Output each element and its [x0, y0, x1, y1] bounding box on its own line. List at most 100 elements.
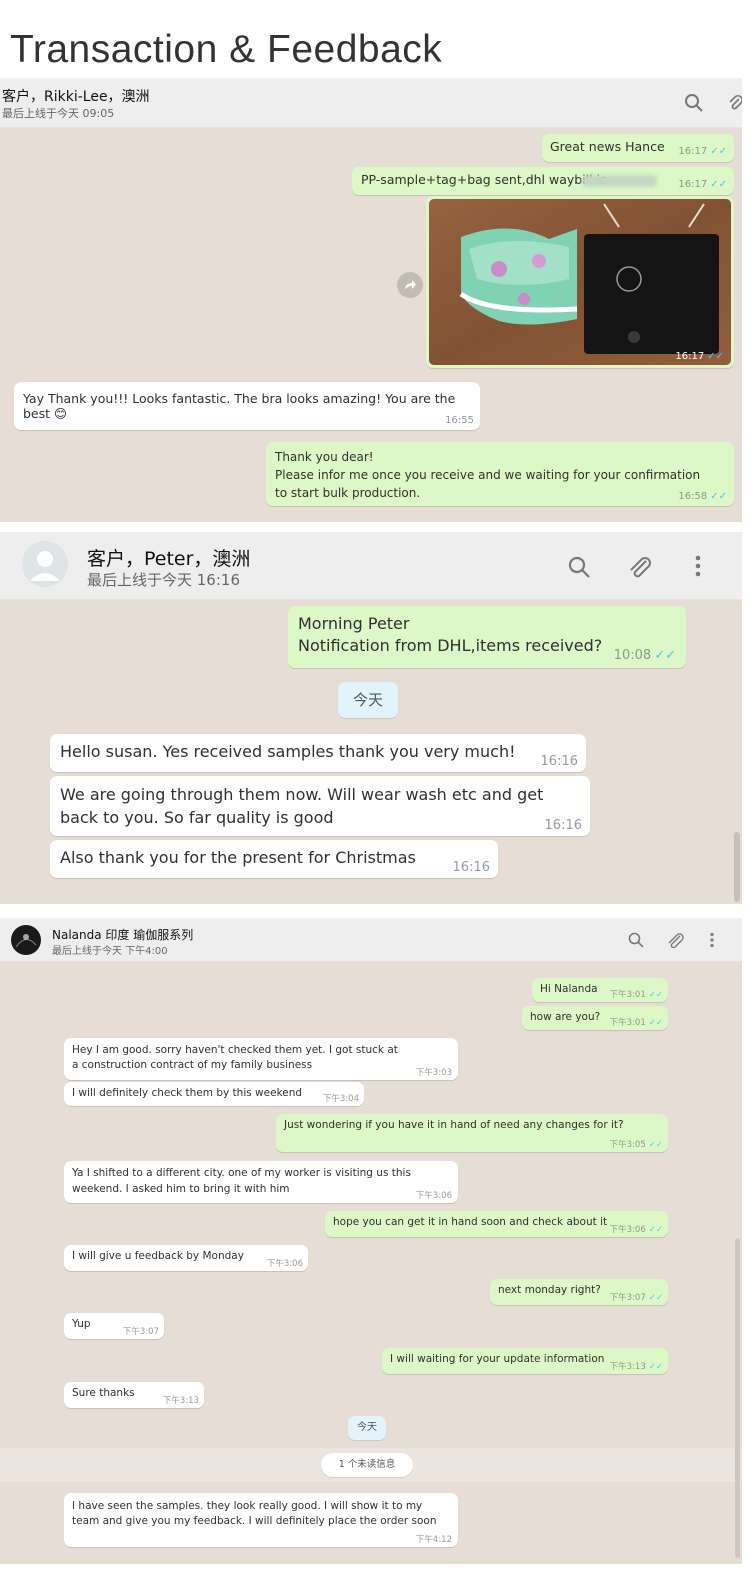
- message-text: Thank you dear! Please infor me once you…: [275, 450, 701, 500]
- message-text: I have seen the samples. they look reall…: [72, 1500, 437, 1527]
- contact-name[interactable]: Nalanda 印度 瑜伽服系列: [52, 926, 193, 943]
- message-text: Hello susan. Yes received samples thank …: [60, 742, 516, 761]
- photo-content: [429, 199, 731, 365]
- message-text: how are you?: [530, 1011, 601, 1023]
- message-bubble: Ya I shifted to a different city. one of…: [64, 1161, 458, 1203]
- scrollbar[interactable]: [734, 832, 740, 902]
- message-time: 10:08 ✓✓: [613, 648, 676, 663]
- message-bubble: Great news Hance 16:17 ✓✓: [542, 134, 734, 162]
- message-bubble: Thank you dear! Please infor me once you…: [266, 442, 734, 506]
- double-check-icon: ✓✓: [648, 1140, 663, 1150]
- message-text: Hi Nalanda: [540, 983, 598, 995]
- message-text: We are going through them now. Will wear…: [60, 785, 544, 827]
- message-time: 16:55: [445, 415, 474, 426]
- double-check-icon: ✓✓: [710, 146, 727, 157]
- attach-icon[interactable]: [728, 93, 742, 113]
- message-bubble: I will waiting for your update informati…: [382, 1348, 668, 1374]
- message-time: 下午4:12: [415, 1535, 452, 1545]
- redacted-waybill: [582, 175, 657, 187]
- avatar[interactable]: [11, 925, 41, 955]
- message-text: Ya I shifted to a different city. one of…: [72, 1167, 411, 1195]
- more-menu-icon[interactable]: [709, 932, 715, 948]
- chat-panel-nalanda: Nalanda 印度 瑜伽服系列 最后上线于今天 下午4:00 Hi Nalan…: [0, 918, 742, 1564]
- message-time: 下午3:07: [122, 1327, 159, 1337]
- search-icon[interactable]: [628, 932, 644, 948]
- search-icon[interactable]: [567, 555, 591, 579]
- last-seen: 最后上线于今天 下午4:00: [52, 946, 168, 957]
- attach-icon[interactable]: [666, 932, 684, 948]
- message-text: Hey I am good. sorry haven't checked the…: [72, 1044, 398, 1071]
- message-text: Great news Hance: [550, 139, 665, 154]
- message-bubble: Just wondering if you have it in hand of…: [276, 1114, 668, 1152]
- forward-icon[interactable]: [397, 272, 423, 298]
- message-text: next monday right?: [498, 1284, 601, 1296]
- message-bubble: We are going through them now. Will wear…: [50, 776, 590, 836]
- message-time: 下午3:07 ✓✓: [609, 1293, 663, 1303]
- message-time: 下午3:13 ✓✓: [609, 1362, 663, 1372]
- product-photo[interactable]: [429, 199, 731, 365]
- date-divider: 今天: [338, 682, 398, 718]
- more-menu-icon[interactable]: [694, 554, 702, 578]
- message-bubble: Hello susan. Yes received samples thank …: [50, 734, 586, 772]
- message-bubble: Hi Nalanda 下午3:01 ✓✓: [532, 978, 668, 1002]
- chat-panel-peter: 客户，Peter，澳洲 最后上线于今天 16:16 Morning Peter …: [0, 532, 742, 904]
- message-time: 16:17 ✓✓: [675, 351, 724, 362]
- message-time: 16:17 ✓✓: [678, 179, 727, 190]
- message-time: 下午3:05 ✓✓: [609, 1140, 663, 1150]
- message-bubble: how are you? 下午3:01 ✓✓: [522, 1006, 668, 1030]
- message-time: 下午3:06: [266, 1259, 303, 1269]
- contact-name[interactable]: 客户，Rikki-Lee，澳洲: [2, 86, 150, 106]
- message-text: Sure thanks: [72, 1387, 135, 1399]
- message-text: I will waiting for your update informati…: [390, 1353, 605, 1365]
- message-bubble: PP-sample+tag+bag sent,dhl waybill is 16…: [352, 167, 734, 195]
- chat-header: 客户，Rikki-Lee，澳洲 最后上线于今天 09:05: [0, 78, 742, 128]
- message-time: 下午3:06 ✓✓: [609, 1225, 663, 1235]
- message-text: Just wondering if you have it in hand of…: [284, 1119, 624, 1131]
- search-icon[interactable]: [684, 93, 704, 113]
- message-time: 16:16: [544, 818, 582, 833]
- page-title: Transaction & Feedback: [10, 28, 443, 71]
- message-bubble: next monday right? 下午3:07 ✓✓: [490, 1279, 668, 1305]
- message-time: 16:58 ✓✓: [678, 491, 727, 502]
- message-time: 下午3:01 ✓✓: [609, 990, 663, 1000]
- double-check-icon: ✓✓: [648, 1362, 663, 1372]
- message-text: PP-sample+tag+bag sent,dhl waybill is: [361, 172, 607, 187]
- double-check-icon: ✓✓: [648, 1018, 663, 1028]
- message-text: Morning Peter Notification from DHL,item…: [298, 614, 603, 655]
- message-bubble: I have seen the samples. they look reall…: [64, 1493, 458, 1547]
- avatar-icon[interactable]: [22, 541, 68, 587]
- double-check-icon: ✓✓: [710, 491, 727, 502]
- message-text: I will definitely check them by this wee…: [72, 1087, 303, 1099]
- chat-header: 客户，Peter，澳洲 最后上线于今天 16:16: [0, 532, 742, 600]
- message-text: Also thank you for the present for Chris…: [60, 848, 416, 867]
- message-time: 下午3:03: [415, 1068, 452, 1078]
- message-time: 16:16: [452, 860, 490, 875]
- image-message[interactable]: 16:17 ✓✓: [426, 196, 734, 368]
- double-check-icon: ✓✓: [707, 351, 724, 362]
- last-seen: 最后上线于今天 09:05: [2, 107, 115, 120]
- message-bubble: Sure thanks 下午3:13: [64, 1382, 204, 1408]
- message-bubble: hope you can get it in hand soon and che…: [325, 1211, 668, 1237]
- message-bubble: Yup 下午3:07: [64, 1313, 164, 1339]
- unread-divider: 1 个未读信息: [0, 1448, 742, 1482]
- message-text: Yup: [72, 1318, 91, 1330]
- message-bubble: Also thank you for the present for Chris…: [50, 840, 498, 878]
- scrollbar[interactable]: [735, 1238, 740, 1558]
- unread-count-pill: 1 个未读信息: [321, 1453, 413, 1477]
- double-check-icon: ✓✓: [648, 990, 663, 1000]
- chat-panel-rikki-lee: 客户，Rikki-Lee，澳洲 最后上线于今天 09:05 Great news…: [0, 78, 742, 522]
- date-divider: 今天: [348, 1416, 386, 1440]
- message-time: 下午3:06: [415, 1191, 452, 1201]
- message-text: Yay Thank you!!! Looks fantastic. The br…: [23, 391, 456, 421]
- message-bubble: Morning Peter Notification from DHL,item…: [288, 606, 686, 668]
- message-bubble: Yay Thank you!!! Looks fantastic. The br…: [14, 382, 480, 430]
- message-bubble: I will definitely check them by this wee…: [64, 1082, 364, 1106]
- attach-icon[interactable]: [626, 555, 652, 579]
- message-bubble: I will give u feedback by Monday 下午3:06: [64, 1245, 308, 1271]
- double-check-icon: ✓✓: [710, 179, 727, 190]
- message-time: 下午3:01 ✓✓: [609, 1018, 663, 1028]
- double-check-icon: ✓✓: [648, 1225, 663, 1235]
- last-seen: 最后上线于今天 16:16: [87, 571, 240, 589]
- contact-name[interactable]: 客户，Peter，澳洲: [87, 544, 250, 571]
- message-time: 下午3:04: [322, 1094, 359, 1104]
